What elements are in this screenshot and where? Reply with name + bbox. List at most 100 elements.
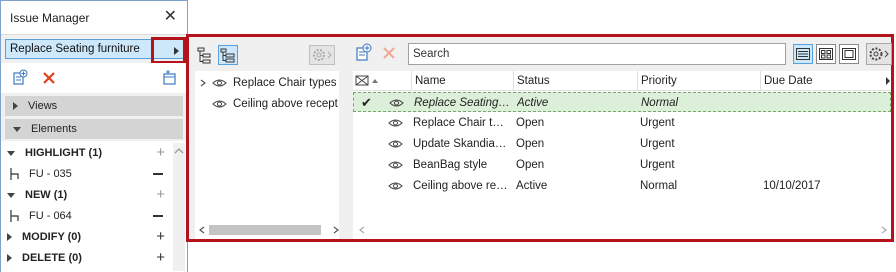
table-header: Name Status Priority Due Date bbox=[353, 71, 891, 91]
issue-tree: Replace Chair types Ceiling above recept bbox=[195, 71, 339, 239]
add-icon[interactable]: + bbox=[156, 229, 165, 244]
list-layout-button[interactable] bbox=[793, 44, 813, 64]
element-id: FU - 035 bbox=[29, 168, 72, 180]
issue-name: Ceiling above reception bbox=[413, 180, 509, 192]
add-icon[interactable]: + bbox=[156, 187, 165, 202]
issue-due-date bbox=[763, 134, 881, 154]
issue-due-date bbox=[763, 155, 881, 175]
chevron-right-icon bbox=[13, 102, 18, 110]
eye-icon[interactable] bbox=[389, 98, 404, 108]
palette-titlebar: Issue Manager ✕ bbox=[1, 1, 187, 35]
table-row[interactable]: ✔ Replace Seating furniture Active Norma… bbox=[353, 92, 891, 112]
eye-icon[interactable] bbox=[388, 181, 403, 191]
new-issue-icon[interactable] bbox=[353, 43, 373, 63]
group-label: MODIFY (0) bbox=[22, 231, 82, 243]
tree-view-button[interactable] bbox=[218, 45, 238, 65]
views-label: Views bbox=[28, 100, 58, 112]
group-label: DELETE (0) bbox=[22, 252, 82, 264]
eye-icon[interactable] bbox=[388, 160, 403, 170]
chair-icon bbox=[10, 168, 19, 180]
element-row[interactable]: FU - 035 bbox=[1, 164, 171, 184]
issue-name: Update Skandia chairs bbox=[413, 138, 509, 150]
delete-icon[interactable] bbox=[41, 70, 57, 86]
palette-toolbar bbox=[1, 63, 187, 93]
list-layout-icon bbox=[796, 48, 810, 60]
chair-icon bbox=[10, 210, 19, 222]
scroll-right-icon[interactable] bbox=[331, 225, 341, 235]
group-delete[interactable]: DELETE (0) + bbox=[1, 248, 171, 268]
remove-icon[interactable] bbox=[153, 215, 163, 217]
scroll-left-icon[interactable] bbox=[357, 225, 367, 235]
add-icon[interactable]: + bbox=[156, 250, 165, 265]
elements-list: HIGHLIGHT (1) + FU - 035 NEW (1) + FU - … bbox=[1, 141, 187, 272]
chevron-right-icon bbox=[7, 233, 12, 241]
group-new[interactable]: NEW (1) + bbox=[1, 185, 171, 205]
views-section-header[interactable]: Views bbox=[5, 96, 183, 116]
issue-name: BeanBag style bbox=[413, 159, 488, 171]
grid-layout-icon bbox=[819, 48, 833, 60]
issue-status: Open bbox=[516, 159, 545, 171]
column-header-name[interactable]: Name bbox=[411, 71, 513, 91]
new-issue-icon[interactable] bbox=[11, 69, 29, 87]
grid-layout-button[interactable] bbox=[816, 44, 836, 64]
issue-due-date bbox=[763, 113, 881, 133]
tree-item-label: Replace Chair types bbox=[233, 77, 337, 89]
eye-icon[interactable] bbox=[388, 118, 403, 128]
table-row[interactable]: Update Skandia chairs Open Urgent bbox=[353, 134, 891, 154]
add-icon[interactable]: + bbox=[156, 145, 165, 160]
issue-selector[interactable]: Replace Seating furniture bbox=[5, 37, 186, 64]
tree-item[interactable]: Ceiling above recept bbox=[195, 94, 339, 114]
table-row[interactable]: Replace Chair types Open Urgent bbox=[353, 113, 891, 133]
scroll-right-icon[interactable] bbox=[879, 225, 889, 235]
issue-priority: Urgent bbox=[640, 138, 675, 150]
scroll-left-icon[interactable] bbox=[197, 225, 207, 235]
sort-column-icon[interactable] bbox=[355, 74, 381, 88]
eye-icon[interactable] bbox=[388, 139, 403, 149]
expand-issue-manager-button[interactable] bbox=[151, 37, 186, 64]
attach-element-icon[interactable] bbox=[161, 69, 179, 87]
issue-status: Active bbox=[517, 97, 549, 109]
issue-manager-main-panel: Replace Chair types Ceiling above recept… bbox=[186, 34, 894, 242]
eye-icon[interactable] bbox=[212, 99, 227, 109]
tree-settings-icon[interactable] bbox=[309, 45, 335, 65]
list-view-icon[interactable] bbox=[195, 45, 215, 65]
issue-priority: Normal bbox=[640, 180, 678, 192]
close-icon[interactable]: ✕ bbox=[164, 9, 177, 25]
issue-status: Open bbox=[516, 138, 545, 150]
group-highlight[interactable]: HIGHLIGHT (1) + bbox=[1, 143, 171, 163]
column-header-priority[interactable]: Priority bbox=[637, 71, 760, 91]
scroll-up-icon[interactable] bbox=[173, 146, 185, 156]
issue-due-date bbox=[764, 93, 882, 113]
palette-title: Issue Manager bbox=[10, 10, 90, 25]
search-input[interactable] bbox=[408, 43, 786, 65]
issue-priority: Normal bbox=[641, 97, 679, 109]
column-header-due-date[interactable]: Due Date bbox=[760, 71, 885, 91]
column-header-status[interactable]: Status bbox=[513, 71, 637, 91]
issue-manager-palette: Issue Manager ✕ Replace Seating furnitur… bbox=[0, 0, 188, 272]
single-layout-button[interactable] bbox=[839, 44, 859, 64]
table-row[interactable]: BeanBag style Open Urgent bbox=[353, 155, 891, 175]
elements-section-header[interactable]: Elements bbox=[5, 119, 183, 139]
issue-name: Replace Chair types bbox=[413, 117, 509, 129]
tree-item[interactable]: Replace Chair types bbox=[195, 73, 339, 93]
delete-icon[interactable] bbox=[381, 45, 397, 61]
eye-icon[interactable] bbox=[212, 78, 227, 88]
checkmark-icon: ✔ bbox=[361, 95, 372, 110]
single-layout-icon bbox=[842, 48, 856, 60]
scroll-right-icon[interactable] bbox=[885, 76, 891, 86]
issue-name: Replace Seating furniture bbox=[414, 97, 510, 109]
scroll-thumb[interactable] bbox=[209, 225, 321, 235]
tree-view-icon bbox=[220, 48, 235, 63]
table-settings-icon[interactable] bbox=[866, 43, 892, 65]
group-modify[interactable]: MODIFY (0) + bbox=[1, 227, 171, 247]
elements-scrollbar[interactable] bbox=[173, 143, 185, 271]
remove-icon[interactable] bbox=[153, 173, 163, 175]
chevron-right-icon[interactable] bbox=[198, 78, 208, 88]
element-row[interactable]: FU - 064 bbox=[1, 206, 171, 226]
group-label: NEW (1) bbox=[25, 189, 68, 201]
tree-item-label: Ceiling above recept bbox=[233, 98, 338, 110]
tree-horizontal-scrollbar[interactable] bbox=[195, 223, 345, 237]
issue-priority: Urgent bbox=[640, 159, 675, 171]
element-id: FU - 064 bbox=[29, 210, 72, 222]
table-row[interactable]: Ceiling above reception Active Normal 10… bbox=[353, 176, 891, 196]
